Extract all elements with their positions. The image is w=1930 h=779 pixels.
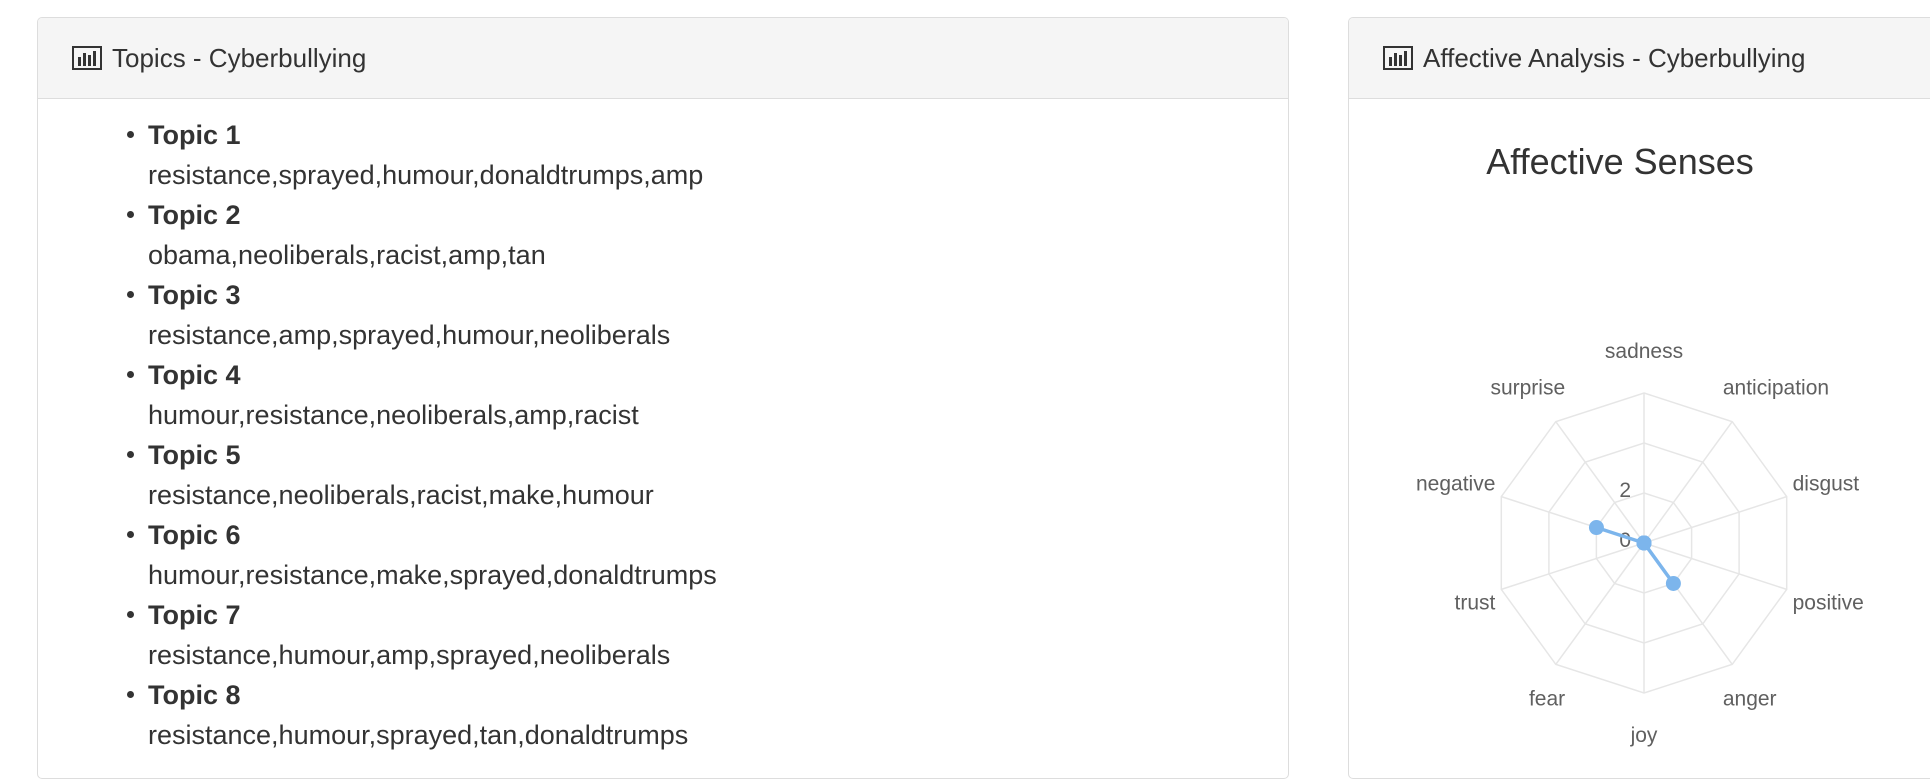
topic-title: Topic 3 (148, 280, 241, 310)
axis-label: positive (1793, 591, 1864, 614)
topic-title: Topic 7 (148, 600, 241, 630)
axis-label: negative (1416, 473, 1495, 496)
axis-label: trust (1455, 591, 1496, 614)
topic-words: resistance,humour,amp,sprayed,neoliberal… (148, 640, 671, 670)
topic-words: humour,resistance,make,sprayed,donaldtru… (148, 560, 717, 590)
bar-chart-icon (1383, 46, 1413, 70)
axis-label: anger (1723, 687, 1777, 710)
affective-panel: Affective Analysis - Cyberbullying Affec… (1348, 17, 1930, 779)
data-point (1588, 520, 1604, 536)
affective-panel-title: Affective Analysis - Cyberbullying (1423, 42, 1806, 73)
topics-panel-title: Topics - Cyberbullying (112, 42, 367, 73)
axis-label: anticipation (1723, 377, 1829, 400)
grid-spoke (1643, 542, 1787, 591)
data-point (1665, 575, 1681, 591)
topic-words: obama,neoliberals,racist,amp,tan (148, 240, 546, 270)
radar-chart-container: Affective Senses sadness anticipation disgu… (1349, 100, 1930, 778)
tick-label: 2 (1619, 479, 1631, 502)
axis-label: sadness (1605, 340, 1683, 363)
tick-label: 0 (1619, 529, 1631, 552)
radar-chart: Affective Senses sadness anticipation disgu… (1416, 141, 1864, 747)
topic-words: resistance,neoliberals,racist,make,humou… (148, 480, 654, 510)
topic-title: Topic 6 (148, 520, 241, 550)
topic-item: Topic 8 resistance,humour,sprayed,tan,don… (127, 675, 1288, 755)
bullet-icon (127, 691, 134, 698)
topic-item: Topic 7 resistance,humour,amp,sprayed,neo… (127, 595, 1288, 675)
axis-label: fear (1529, 687, 1565, 710)
topic-words: resistance,sprayed,humour,donaldtrumps,a… (148, 160, 704, 190)
bullet-icon (127, 531, 134, 538)
bullet-icon (127, 451, 134, 458)
topic-item: Topic 6 humour,resistance,make,sprayed,do… (127, 515, 1288, 595)
topic-title: Topic 5 (148, 440, 241, 470)
topic-words: resistance,humour,sprayed,tan,donaldtrum… (148, 720, 689, 750)
topic-title: Topic 8 (148, 680, 241, 710)
topic-list: Topic 1 resistance,sprayed,humour,donaldt… (38, 99, 1288, 755)
topics-panel: Topics - Cyberbullying Topic 1 resistance… (37, 17, 1289, 779)
bullet-icon (127, 211, 134, 218)
axis-label: joy (1630, 724, 1658, 747)
grid-spoke (1643, 421, 1733, 544)
affective-panel-heading: Affective Analysis - Cyberbullying (1349, 18, 1930, 99)
axis-label: surprise (1490, 377, 1565, 400)
axis-label: disgust (1793, 473, 1860, 496)
bullet-icon (127, 131, 134, 138)
topic-words: resistance,amp,sprayed,humour,neoliberal… (148, 320, 671, 350)
bullet-icon (127, 291, 134, 298)
bullet-icon (127, 611, 134, 618)
topic-item: Topic 2 obama,neoliberals,racist,amp,tan (127, 195, 1288, 275)
topic-item: Topic 1 resistance,sprayed,humour,donaldt… (127, 115, 1288, 195)
topic-item: Topic 3 resistance,amp,sprayed,humour,neo… (127, 275, 1288, 355)
grid-spoke (1555, 542, 1645, 665)
topic-title: Topic 2 (148, 200, 241, 230)
data-point (1636, 535, 1652, 551)
topic-item: Topic 4 humour,resistance,neoliberals,amp… (127, 355, 1288, 435)
topics-panel-heading: Topics - Cyberbullying (38, 18, 1288, 99)
bullet-icon (127, 371, 134, 378)
topic-item: Topic 5 resistance,neoliberals,racist,mak… (127, 435, 1288, 515)
chart-title: Affective Senses (1486, 141, 1754, 182)
topic-title: Topic 1 (148, 120, 241, 150)
grid-spoke (1643, 495, 1787, 544)
bar-chart-icon (72, 46, 102, 70)
topic-words: humour,resistance,neoliberals,amp,racist (148, 400, 639, 430)
topic-title: Topic 4 (148, 360, 241, 390)
